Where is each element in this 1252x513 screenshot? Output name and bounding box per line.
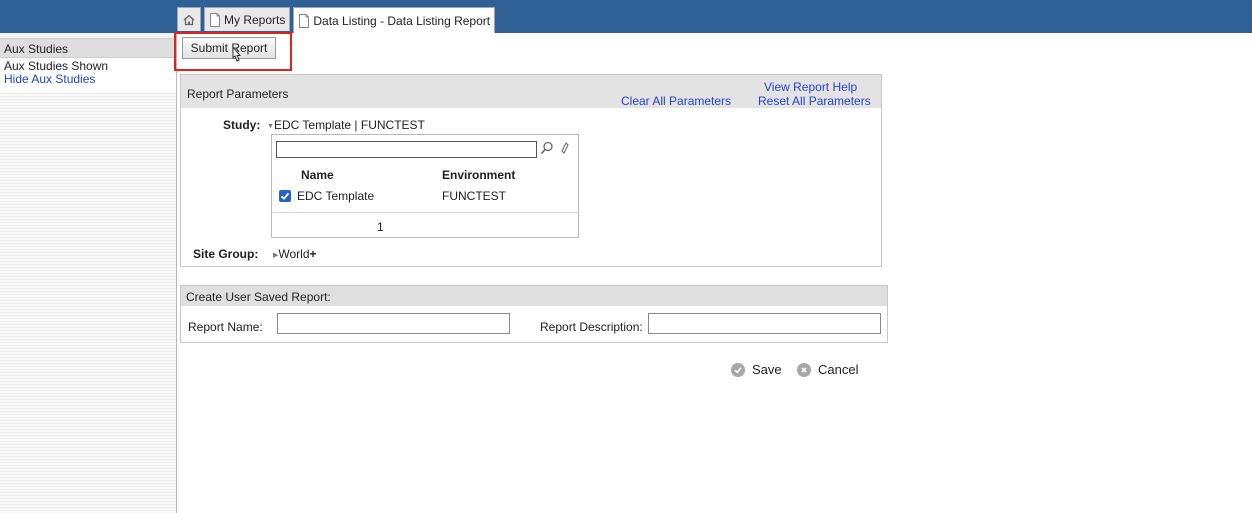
clear-all-parameters-link[interactable]: Clear All Parameters [621,94,731,108]
panel-title: Report Parameters [187,87,289,101]
study-list-popup: Name Environment EDC Template FUNCTEST 1 [271,134,579,238]
cancel-label: Cancel [818,362,859,377]
tab-label: Data Listing - Data Listing Report [313,13,491,28]
home-icon [182,13,196,27]
search-icon[interactable] [540,141,554,158]
reset-all-parameters-link[interactable]: Reset All Parameters [758,94,871,108]
site-group-value[interactable]: ▶World+ [273,247,317,261]
sidebar-body: Aux Studies Shown Hide Aux Studies [0,58,176,93]
panel-title: Create User Saved Report: [186,290,331,304]
aux-studies-sidebar: Aux Studies Aux Studies Shown Hide Aux S… [0,33,176,513]
document-icon [209,12,221,27]
study-search-input[interactable] [276,141,537,158]
tab-label: My Reports [224,12,286,27]
column-header-name: Name [301,168,334,182]
view-report-help-link[interactable]: View Report Help [764,80,857,94]
sidebar-divider [176,33,177,513]
tab-home[interactable] [177,7,201,31]
report-parameters-panel: Report Parameters View Report Help Clear… [180,74,882,267]
divider [272,212,578,213]
sidebar-header: Aux Studies [0,38,176,58]
plus-icon[interactable]: + [310,247,317,261]
study-row-checkbox[interactable] [279,190,291,202]
tab-data-listing-report[interactable]: Data Listing - Data Listing Report [293,7,496,33]
tab-my-reports[interactable]: My Reports [204,7,291,31]
close-icon [797,362,811,377]
save-label: Save [752,362,782,377]
hide-aux-studies-link[interactable]: Hide Aux Studies [4,73,176,86]
site-group-value-text: World [278,247,310,261]
create-saved-report-panel: Create User Saved Report: Report Name: R… [180,285,888,343]
tab-strip: My Reports Data Listing - Data Listing R… [177,7,498,33]
study-value[interactable]: ▼EDC Template | FUNCTEST [267,118,425,132]
eraser-icon[interactable] [560,141,570,158]
study-value-text: EDC Template | FUNCTEST [273,118,425,132]
cancel-button[interactable]: Cancel [797,362,858,377]
page-number[interactable]: 1 [377,220,384,234]
site-group-label: Site Group: [193,247,259,261]
triangle-down-icon: ▼ [267,123,274,130]
report-name-label: Report Name: [188,320,263,334]
report-description-input[interactable] [648,313,881,334]
column-header-environment: Environment [442,168,516,182]
document-icon [298,13,310,28]
report-description-label: Report Description: [540,320,643,334]
check-icon [731,362,745,377]
save-button[interactable]: Save [731,362,782,377]
study-label: Study: [223,118,261,132]
report-name-input[interactable] [277,313,510,334]
mouse-cursor-icon [229,45,243,69]
study-row-environment: FUNCTEST [442,189,506,203]
study-row-name: EDC Template [297,189,375,203]
